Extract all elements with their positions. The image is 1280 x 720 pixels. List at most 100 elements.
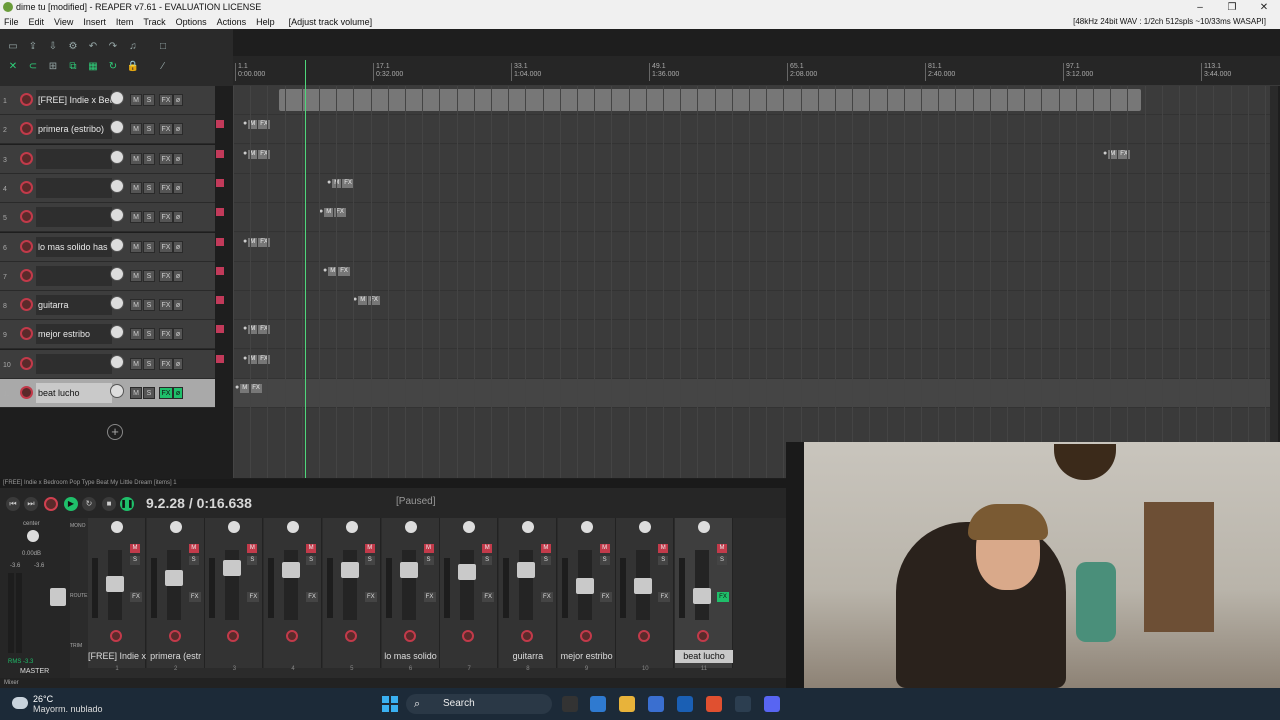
mixer-strip[interactable]: M S FX 7 xyxy=(440,518,499,672)
weather-temperature[interactable]: 26°C xyxy=(33,694,53,704)
track-row[interactable]: 7 M S FX ø xyxy=(0,261,215,291)
strip-record-arm-icon[interactable] xyxy=(286,630,299,642)
solo-button[interactable]: S xyxy=(143,299,155,312)
item-mute-button[interactable]: M xyxy=(358,296,368,306)
solo-button[interactable]: S xyxy=(143,123,155,136)
track-row[interactable]: 5 M S FX ø xyxy=(0,203,215,233)
media-item[interactable]: ●MFX xyxy=(317,205,346,219)
menu-actions[interactable]: Actions xyxy=(217,15,247,29)
media-item[interactable]: ●MFX xyxy=(233,381,262,395)
track-name[interactable]: mejor estribo xyxy=(36,324,112,345)
strip-mute-button[interactable]: M xyxy=(188,544,199,553)
taskbar-search[interactable]: ⌕ Search xyxy=(406,694,552,714)
pan-knob-icon[interactable] xyxy=(698,521,710,533)
mixer-strip[interactable]: M S FX 4 xyxy=(264,518,323,672)
track-lane[interactable]: ●MFX xyxy=(233,379,1273,408)
track-lane[interactable]: ●MFX xyxy=(233,232,1273,262)
go-to-start-icon[interactable]: ⏮ xyxy=(6,497,20,511)
strip-fx-button[interactable]: FX xyxy=(306,592,319,602)
timeline-ruler[interactable]: 1.1 0:00.000 17.1 0:32.000 33.1 1:04.000 49… xyxy=(233,56,1280,86)
menu-file[interactable]: File xyxy=(4,15,19,29)
mixer-strip[interactable]: M S FX 5 xyxy=(322,518,381,672)
volume-knob-icon[interactable] xyxy=(110,266,124,281)
lock-icon[interactable]: 🔒 xyxy=(126,61,140,73)
strip-solo-button[interactable]: S xyxy=(482,556,493,565)
mixer-tab[interactable]: Mixer xyxy=(0,678,786,688)
solo-button[interactable]: S xyxy=(143,211,155,224)
volume-fader[interactable] xyxy=(634,578,653,594)
track-lane[interactable]: ●MFX xyxy=(233,291,1273,321)
envelope-icon[interactable]: ∕ xyxy=(156,61,170,73)
record-arm-icon[interactable] xyxy=(20,93,33,106)
fx-button[interactable]: FX xyxy=(159,328,173,341)
pan-knob-icon[interactable] xyxy=(228,521,241,533)
strip-record-arm-icon[interactable] xyxy=(110,630,122,642)
strip-name[interactable]: mejor estribo xyxy=(558,650,616,663)
record-arm-icon[interactable] xyxy=(20,327,33,341)
pan-knob-icon[interactable] xyxy=(580,521,593,533)
strip-record-arm-icon[interactable] xyxy=(520,630,533,642)
strip-record-arm-icon[interactable] xyxy=(697,630,709,642)
go-to-end-icon[interactable]: ⏭ xyxy=(24,497,38,511)
track-row[interactable]: 11 beat lucho M S FX ø xyxy=(0,379,215,408)
redo-icon[interactable]: ↷ xyxy=(106,41,120,53)
volume-fader-track[interactable] xyxy=(401,550,416,620)
strip-fx-button[interactable]: FX xyxy=(540,592,553,602)
solo-button[interactable]: S xyxy=(143,94,155,106)
mute-button[interactable]: M xyxy=(130,181,142,194)
strip-solo-button[interactable]: S xyxy=(306,556,317,565)
mixer-strip[interactable]: M S FX mejor estribo 9 xyxy=(557,518,616,672)
phase-button[interactable]: ø xyxy=(173,240,183,253)
record-button[interactable] xyxy=(44,497,58,511)
volume-knob-icon[interactable] xyxy=(110,208,124,223)
fx-button[interactable]: FX xyxy=(159,269,173,282)
volume-fader[interactable] xyxy=(282,562,301,578)
solo-button[interactable]: S xyxy=(143,240,155,253)
strip-solo-button[interactable]: S xyxy=(247,556,258,565)
pan-knob-icon[interactable] xyxy=(639,521,652,533)
menu-edit[interactable]: Edit xyxy=(29,15,45,29)
strip-mute-button[interactable]: M xyxy=(658,544,669,553)
volume-fader[interactable] xyxy=(106,576,124,592)
track-name[interactable]: beat lucho xyxy=(36,383,112,403)
volume-knob-icon[interactable] xyxy=(110,178,124,193)
solo-button[interactable]: S xyxy=(143,269,155,282)
strip-name[interactable] xyxy=(264,650,322,663)
record-arm-icon[interactable] xyxy=(20,210,33,224)
menu-insert[interactable]: Insert xyxy=(83,15,106,29)
item-fx-button[interactable]: FX xyxy=(250,384,262,393)
strip-solo-button[interactable]: S xyxy=(188,556,199,565)
volume-knob-icon[interactable] xyxy=(110,325,124,340)
track-lane[interactable]: ●MFX xyxy=(233,320,1273,350)
item-grouping-icon[interactable]: ⊂ xyxy=(26,61,40,73)
vertical-scrollbar[interactable] xyxy=(1270,86,1278,442)
track-name[interactable]: primera (estribo) xyxy=(36,119,112,140)
volume-knob-icon[interactable] xyxy=(110,91,124,105)
media-item[interactable]: ●MFX xyxy=(241,235,270,249)
strip-fx-button[interactable]: FX xyxy=(423,592,436,602)
cloud-icon[interactable] xyxy=(12,697,28,709)
media-item[interactable]: ●MFX xyxy=(241,147,270,161)
record-arm-icon[interactable] xyxy=(20,268,33,282)
repeat-icon[interactable]: ↻ xyxy=(82,497,96,511)
mute-button[interactable]: M xyxy=(130,387,142,399)
track-row[interactable]: 1 [FREE] Indie x Bedroom MS FXø xyxy=(0,86,215,115)
track-name[interactable] xyxy=(36,353,112,374)
volume-fader-track[interactable] xyxy=(695,550,709,620)
fx-button[interactable]: FX xyxy=(159,123,173,136)
edge-icon[interactable] xyxy=(590,696,606,712)
strip-fx-button[interactable]: FX xyxy=(482,592,495,602)
pan-knob-icon[interactable] xyxy=(404,521,417,533)
strip-solo-button[interactable]: S xyxy=(130,556,140,565)
volume-fader-track[interactable] xyxy=(342,550,357,620)
strip-solo-button[interactable]: S xyxy=(599,556,610,565)
master-trim-button[interactable]: TRIM xyxy=(70,643,82,649)
media-item[interactable]: ●MFX xyxy=(325,176,354,190)
strip-record-arm-icon[interactable] xyxy=(462,630,475,642)
track-row[interactable]: 6 lo mas solido has M S FX ø xyxy=(0,232,215,262)
track-name[interactable] xyxy=(36,265,112,286)
strip-name[interactable]: primera (estr xyxy=(147,650,205,663)
strip-name[interactable]: beat lucho xyxy=(675,650,733,663)
mute-button[interactable]: M xyxy=(130,357,142,370)
phase-button[interactable]: ø xyxy=(173,94,183,106)
